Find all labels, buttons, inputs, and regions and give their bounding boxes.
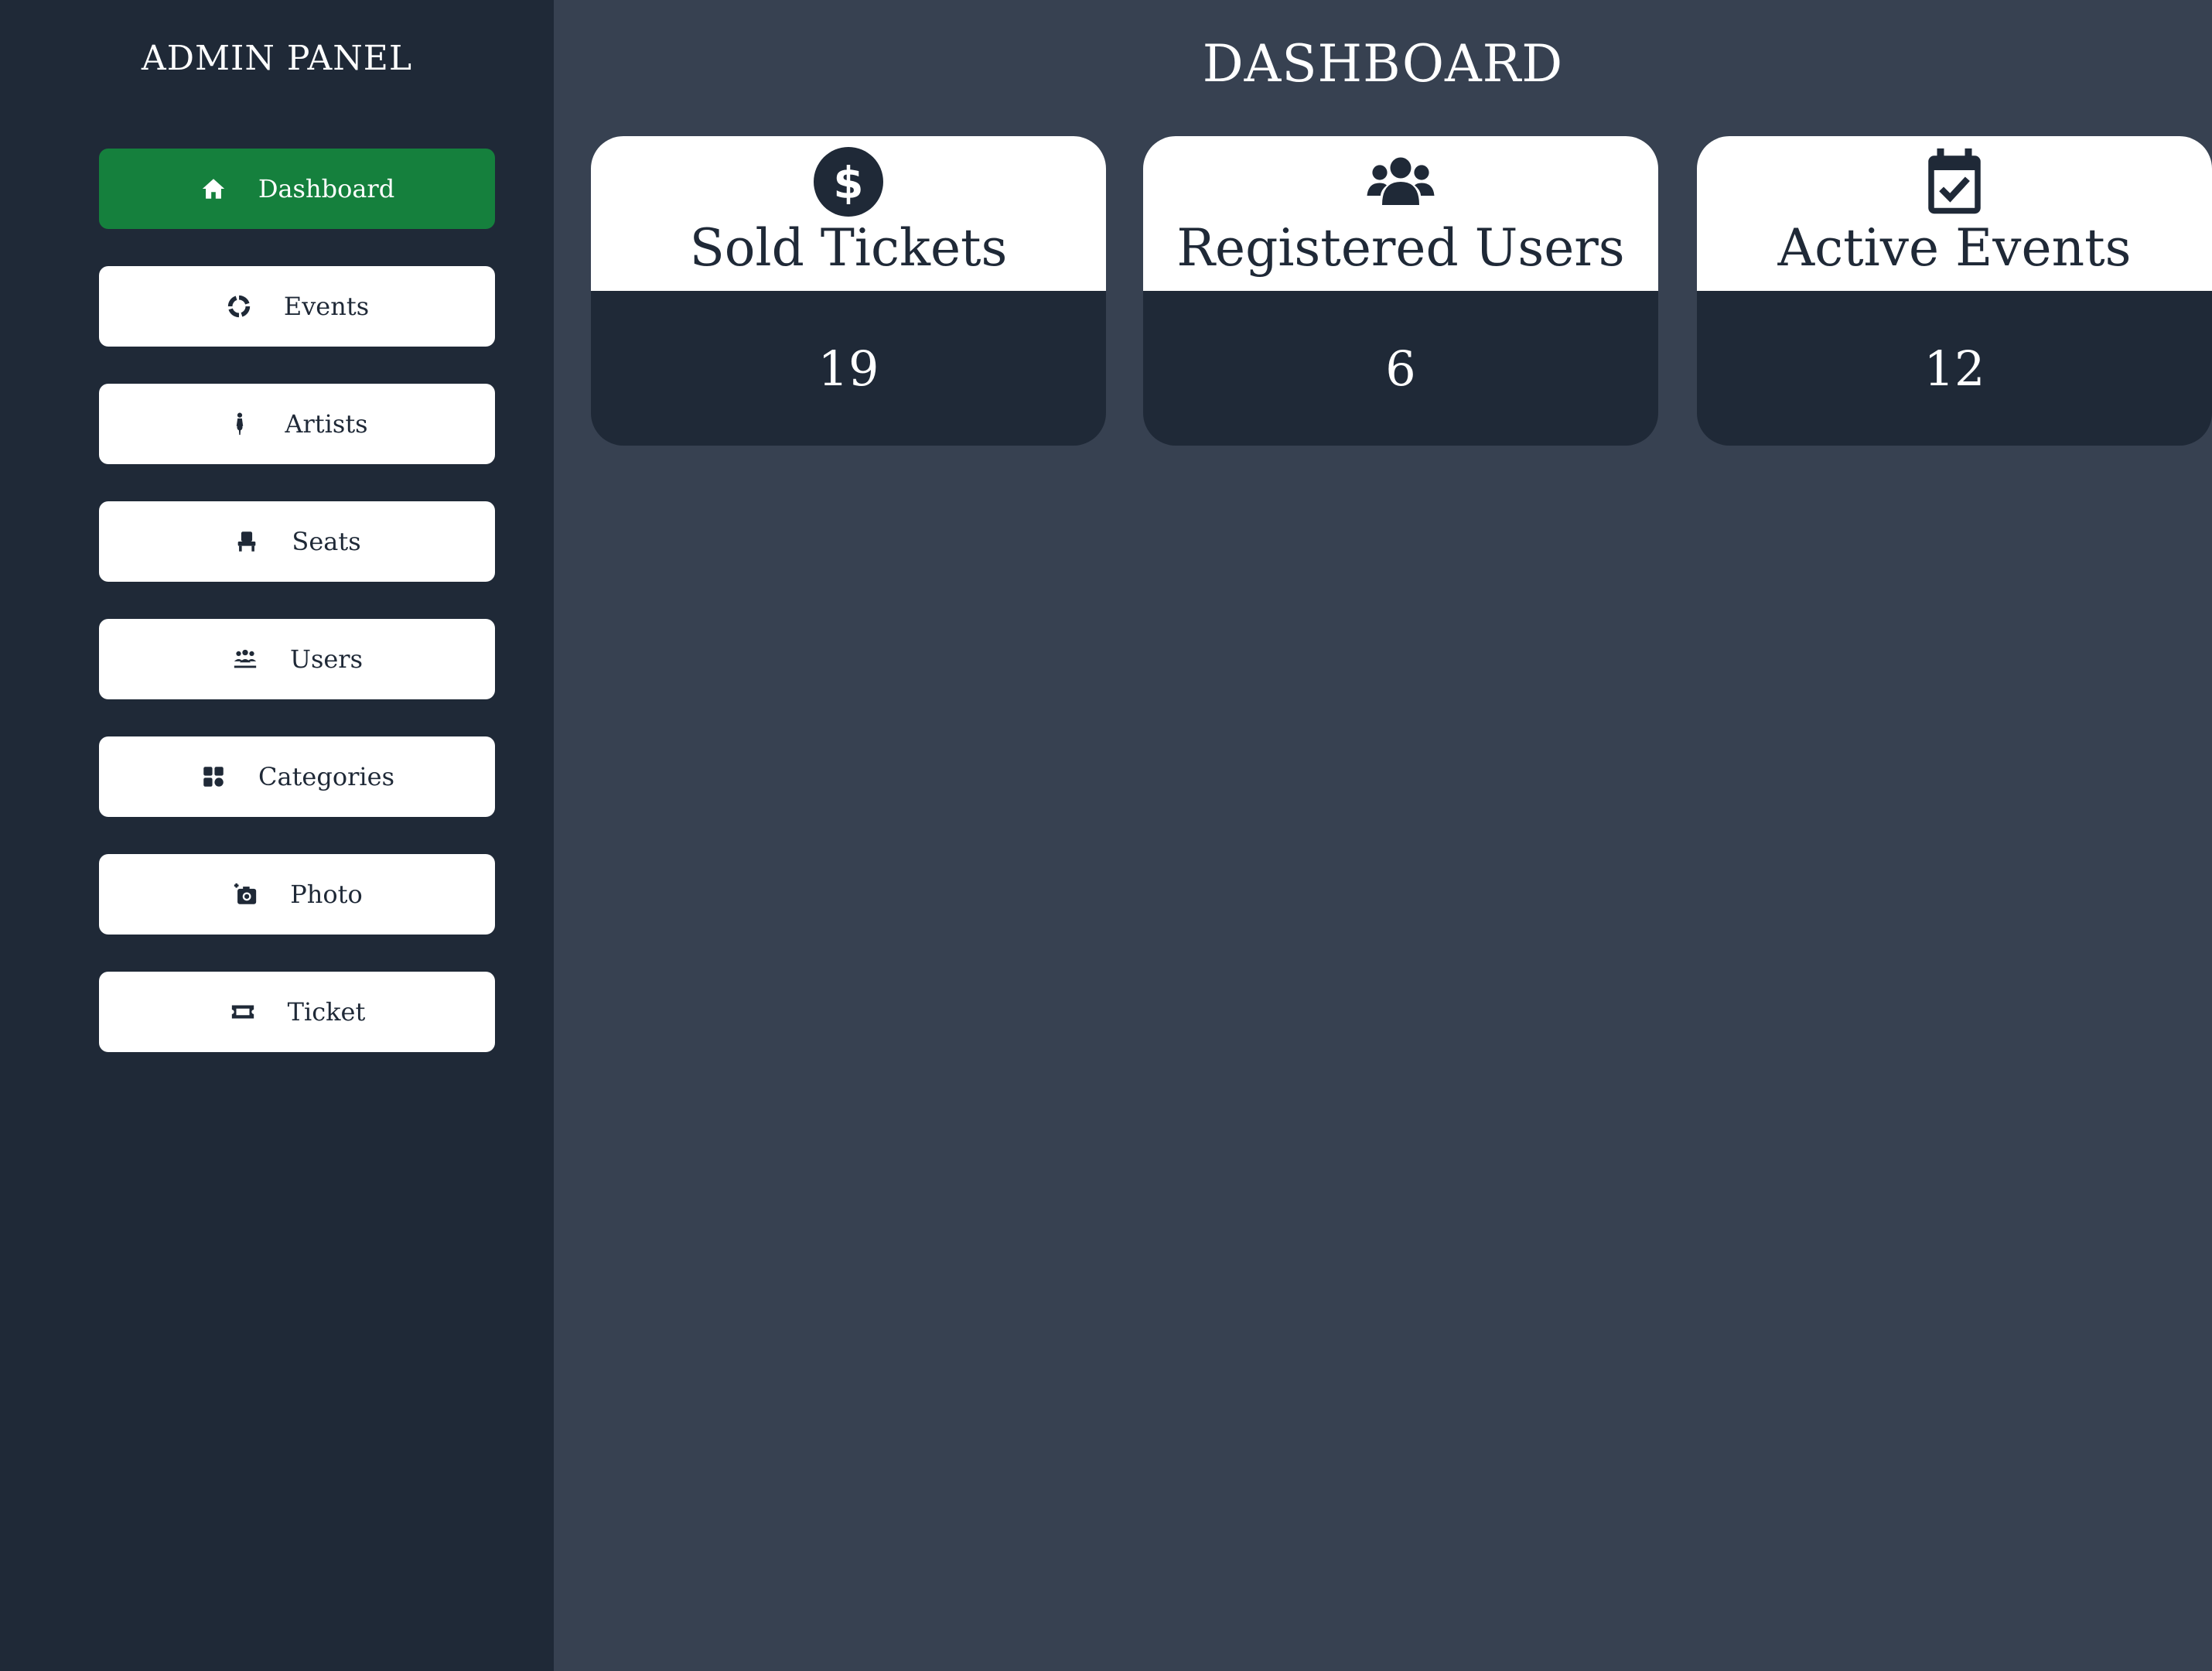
sidebar-item-artists[interactable]: Artists (99, 384, 495, 464)
calendar-check-icon (1920, 147, 1989, 220)
users-group-icon (1366, 147, 1435, 220)
home-icon (200, 175, 227, 203)
sidebar-item-events[interactable]: Events (99, 266, 495, 347)
sidebar-item-label: Dashboard (258, 174, 395, 203)
sidebar: ADMIN PANEL Dashboard Events Artists Sea… (0, 0, 554, 1671)
person-guitar-icon (226, 410, 254, 438)
camera-plus-icon (231, 880, 259, 908)
sidebar-item-seats[interactable]: Seats (99, 501, 495, 582)
dollar-circle-icon: $ (814, 147, 883, 220)
sidebar-item-label: Events (283, 292, 370, 321)
card-value: 12 (1924, 340, 1985, 397)
app-layout: ADMIN PANEL Dashboard Events Artists Sea… (0, 0, 2212, 1671)
sidebar-item-label: Photo (290, 880, 363, 909)
grid-icon (200, 763, 227, 791)
sidebar-item-label: Ticket (287, 997, 366, 1027)
svg-text:$: $ (833, 159, 863, 209)
sidebar-title: ADMIN PANEL (141, 39, 413, 78)
card-title: Registered Users (1176, 218, 1625, 278)
card-header: $ Sold Tickets (591, 136, 1106, 291)
card-value: 19 (818, 340, 879, 397)
card-header: Registered Users (1143, 136, 1658, 291)
sidebar-item-label: Artists (285, 409, 368, 439)
ticket-icon (229, 998, 257, 1026)
sidebar-item-label: Users (289, 644, 364, 674)
stat-card-registered-users: Registered Users 6 (1143, 136, 1658, 446)
card-title: Active Events (1777, 218, 2132, 278)
circle-notch-icon (225, 292, 253, 320)
stat-card-active-events: Active Events 12 (1697, 136, 2212, 446)
card-value: 6 (1385, 340, 1416, 397)
stat-card-sold-tickets: $ Sold Tickets 19 (591, 136, 1106, 446)
sidebar-item-categories[interactable]: Categories (99, 736, 495, 817)
page-title: DASHBOARD (1202, 34, 1564, 94)
sidebar-item-ticket[interactable]: Ticket (99, 972, 495, 1052)
sidebar-item-photo[interactable]: Photo (99, 854, 495, 935)
sidebar-item-users[interactable]: Users (99, 619, 495, 699)
chair-icon (233, 528, 261, 555)
sidebar-item-label: Categories (258, 762, 394, 791)
card-title: Sold Tickets (689, 218, 1008, 278)
people-group-icon (231, 645, 259, 673)
sidebar-item-label: Seats (292, 527, 361, 556)
card-header: Active Events (1697, 136, 2212, 291)
sidebar-item-dashboard[interactable]: Dashboard (99, 149, 495, 229)
